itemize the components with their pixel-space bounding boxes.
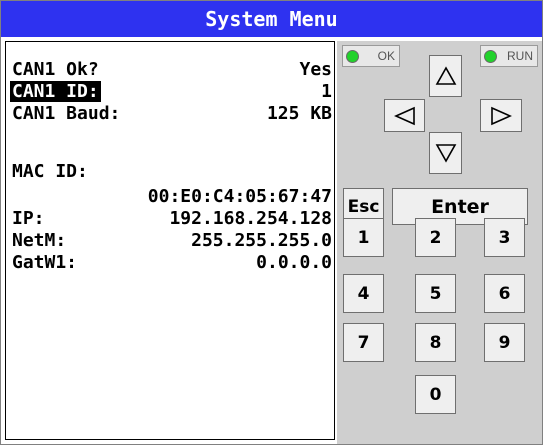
ok-label: OK — [377, 49, 395, 63]
row-value: 125 KB — [266, 102, 332, 124]
left-arrow-button[interactable] — [384, 99, 425, 132]
row-value: 255.255.255.0 — [191, 229, 332, 251]
up-arrow-icon — [435, 66, 456, 85]
window-title: System Menu — [1, 1, 542, 37]
row-can1-ok[interactable]: CAN1 Ok? Yes — [12, 58, 332, 80]
key-8[interactable]: 8 — [415, 323, 456, 362]
key-6[interactable]: 6 — [484, 274, 525, 313]
row-label: MAC ID: — [12, 160, 88, 182]
row-mac-value: 00:E0:C4:05:67:47 — [12, 185, 332, 207]
row-label-selected: CAN1 ID: — [10, 80, 101, 102]
row-can1-id[interactable]: CAN1 ID: 1 — [10, 80, 332, 102]
left-arrow-icon — [393, 106, 415, 125]
ok-indicator: OK — [342, 45, 400, 67]
row-gateway[interactable]: GatW1: 0.0.0.0 — [12, 251, 332, 273]
keypad-panel: OK RUN Esc Enter 1 2 3 4 5 6 7 8 9 0 — [337, 41, 542, 444]
row-value: 1 — [321, 80, 332, 102]
row-label: IP: — [12, 207, 45, 229]
key-9[interactable]: 9 — [484, 323, 525, 362]
up-arrow-button[interactable] — [429, 55, 462, 97]
row-value: Yes — [299, 58, 332, 80]
run-led-icon — [484, 49, 497, 63]
run-label: RUN — [507, 49, 533, 63]
row-mac-id[interactable]: MAC ID: — [12, 160, 332, 182]
row-netmask[interactable]: NetM: 255.255.255.0 — [12, 229, 332, 251]
row-label: CAN1 Ok? — [12, 58, 99, 80]
key-0[interactable]: 0 — [415, 375, 456, 414]
key-3[interactable]: 3 — [484, 218, 525, 257]
right-arrow-button[interactable] — [480, 99, 522, 132]
down-arrow-button[interactable] — [429, 132, 462, 174]
display-screen: CAN1 Ok? Yes CAN1 ID: 1 CAN1 Baud: 125 K… — [5, 41, 335, 440]
down-arrow-icon — [435, 144, 456, 163]
row-value: 00:E0:C4:05:67:47 — [147, 185, 332, 207]
row-can1-baud[interactable]: CAN1 Baud: 125 KB — [12, 102, 332, 124]
row-ip[interactable]: IP: 192.168.254.128 — [12, 207, 332, 229]
key-2[interactable]: 2 — [415, 218, 456, 257]
ok-led-icon — [346, 49, 359, 63]
row-label: CAN1 Baud: — [12, 102, 121, 124]
row-value: 0.0.0.0 — [256, 251, 332, 273]
key-5[interactable]: 5 — [415, 274, 456, 313]
key-4[interactable]: 4 — [343, 274, 384, 313]
key-7[interactable]: 7 — [343, 323, 384, 362]
row-value: 192.168.254.128 — [169, 207, 332, 229]
window-frame: System Menu CAN1 Ok? Yes CAN1 ID: 1 CAN1… — [0, 0, 543, 445]
row-label: GatW1: — [12, 251, 78, 273]
run-indicator: RUN — [480, 45, 538, 67]
right-arrow-icon — [491, 106, 512, 125]
row-label: NetM: — [12, 229, 67, 251]
key-1[interactable]: 1 — [343, 218, 384, 257]
